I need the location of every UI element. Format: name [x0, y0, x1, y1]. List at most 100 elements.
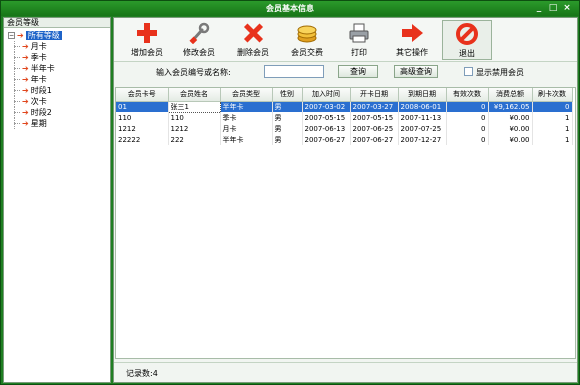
cell-join: 2007-06-13 [302, 123, 351, 134]
collapse-icon[interactable]: − [8, 32, 15, 39]
cell-card: 22222 [116, 134, 169, 145]
tree-item[interactable]: ➔ 星期 [4, 118, 110, 129]
cell-type: 半年卡 [220, 101, 273, 112]
column-header[interactable]: 加入时间 [302, 88, 351, 102]
table-row[interactable]: 22222 222 半年卡 男 2007-06-27 2007-06-27 20… [116, 134, 573, 145]
column-header[interactable]: 消费总额 [488, 88, 533, 102]
cell-name: 张三1 [167, 100, 221, 113]
exit-label: 退出 [459, 49, 475, 58]
cell-card: 01 [116, 101, 169, 112]
cell-name: 1212 [168, 123, 221, 134]
panel-header: 会员等级 [4, 18, 110, 28]
cell-swipes: 1 [532, 112, 573, 123]
other-operations-label: 其它操作 [396, 48, 428, 57]
tree-item-label: 次卡 [30, 97, 47, 106]
arrow-icon: ➔ [22, 119, 29, 128]
table-header-row: 会员卡号 会员姓名 会员类型 性别 加入时间 开卡日期 到期日期 有效次数 消费… [116, 88, 573, 102]
cell-expire: 2007-07-25 [398, 123, 447, 134]
wrench-icon [188, 22, 210, 45]
cell-name: 222 [168, 134, 221, 145]
other-operations-button[interactable]: 其它操作 [387, 20, 437, 60]
tree-item[interactable]: ➔ 次卡 [4, 96, 110, 107]
cell-count: 0 [446, 101, 489, 112]
plus-icon [136, 22, 158, 44]
member-search-input[interactable] [264, 65, 324, 78]
tree-root-label[interactable]: 所有等级 [25, 31, 62, 40]
arrow-icon: ➔ [22, 86, 29, 95]
show-disabled-checkbox[interactable] [464, 67, 473, 76]
cell-count: 0 [446, 112, 489, 123]
tree-item[interactable]: ➔ 年卡 [4, 74, 110, 85]
print-button[interactable]: 打印 [334, 20, 384, 60]
maximize-button[interactable]: □ [547, 3, 559, 14]
arrow-icon: ➔ [22, 42, 29, 51]
table-row[interactable]: 01 张三1 半年卡 男 2007-03-02 2007-03-27 2008-… [116, 100, 573, 113]
show-disabled-label[interactable]: 显示禁用会员 [476, 67, 524, 78]
tree-item[interactable]: ➔ 半年卡 [4, 63, 110, 74]
record-count: 记录数:4 [126, 369, 158, 378]
search-row: 输入会员编号或名称: 查询 高级查询 显示禁用会员 [114, 63, 577, 81]
cell-name: 110 [168, 112, 221, 123]
column-header[interactable]: 性别 [272, 88, 303, 102]
delete-member-button[interactable]: 删除会员 [228, 20, 278, 60]
advanced-query-button[interactable]: 高级查询 [394, 65, 438, 78]
cell-open: 2007-06-27 [350, 134, 399, 145]
cell-swipes: 1 [532, 134, 573, 145]
cell-total: ¥9,162.05 [488, 101, 533, 112]
add-member-button[interactable]: 增加会员 [122, 20, 172, 60]
cell-expire: 2007-12-27 [398, 134, 447, 145]
minimize-button[interactable]: _ [533, 3, 545, 14]
tree-item[interactable]: ➔ 季卡 [4, 52, 110, 63]
tree-item-label: 月卡 [30, 42, 47, 51]
arrow-icon: ➔ [22, 97, 29, 106]
column-header[interactable]: 到期日期 [398, 88, 447, 102]
column-header[interactable]: 开卡日期 [350, 88, 399, 102]
tree-item-label: 季卡 [30, 53, 47, 62]
cell-swipes: 1 [532, 123, 573, 134]
cell-gender: 男 [272, 134, 303, 145]
cell-join: 2007-03-02 [302, 101, 351, 112]
cell-join: 2007-06-27 [302, 134, 351, 145]
member-table: 会员卡号 会员姓名 会员类型 性别 加入时间 开卡日期 到期日期 有效次数 消费… [115, 87, 576, 359]
column-header[interactable]: 会员卡号 [116, 88, 169, 102]
cell-open: 2007-03-27 [350, 101, 399, 112]
tree-item[interactable]: ➔ 时段2 [4, 107, 110, 118]
table-row[interactable]: 110 110 季卡 男 2007-05-15 2007-05-15 2007-… [116, 112, 573, 123]
search-label: 输入会员编号或名称: [156, 68, 231, 77]
column-header[interactable]: 会员姓名 [168, 88, 221, 102]
cell-swipes: 0 [532, 101, 573, 112]
close-button[interactable]: × [561, 3, 573, 14]
status-bar: 记录数:4 [114, 362, 577, 382]
column-header[interactable]: 会员类型 [220, 88, 273, 102]
title-bar[interactable]: 会员基本信息 _ □ × [1, 1, 579, 16]
member-level-panel: 会员等级 − ➔ 所有等级 ➔ 月卡 ➔ 季卡 ➔ 半年卡 ➔ 年卡 ➔ 时段1 ➔ 次卡 ➔ 时… [3, 17, 111, 383]
arrow-icon: ➔ [22, 64, 29, 73]
tree-item[interactable]: ➔ 时段1 [4, 85, 110, 96]
edit-member-label: 修改会员 [183, 48, 215, 57]
cell-expire: 2008-06-01 [398, 101, 447, 112]
column-header[interactable]: 刷卡次数 [532, 88, 573, 102]
arrow-icon: ➔ [22, 75, 29, 84]
cell-open: 2007-05-15 [350, 112, 399, 123]
cell-join: 2007-05-15 [302, 112, 351, 123]
table-row[interactable]: 1212 1212 月卡 男 2007-06-13 2007-06-25 200… [116, 123, 573, 134]
tree-item-label: 时段1 [30, 86, 52, 95]
member-fee-button[interactable]: 会员交费 [282, 20, 332, 60]
cell-card: 1212 [116, 123, 169, 134]
delete-member-label: 删除会员 [237, 48, 269, 57]
tree-item[interactable]: ➔ 月卡 [4, 41, 110, 52]
window-title: 会员基本信息 [266, 4, 314, 13]
query-button[interactable]: 查询 [338, 65, 378, 78]
coin-icon [296, 22, 318, 44]
tree-root[interactable]: − ➔ 所有等级 [4, 30, 110, 41]
stop-icon [456, 23, 478, 45]
cell-type: 月卡 [220, 123, 273, 134]
column-header[interactable]: 有效次数 [446, 88, 489, 102]
print-label: 打印 [351, 48, 367, 57]
edit-member-button[interactable]: 修改会员 [174, 20, 224, 60]
arrow-icon: ➔ [22, 53, 29, 62]
tree-item-label: 时段2 [30, 108, 52, 117]
toolbar: 增加会员 修改会员 删除会员 会员交费 打印 其它操作 退出 [114, 18, 577, 62]
tree-item-label: 半年卡 [30, 64, 55, 73]
exit-button[interactable]: 退出 [442, 20, 492, 60]
